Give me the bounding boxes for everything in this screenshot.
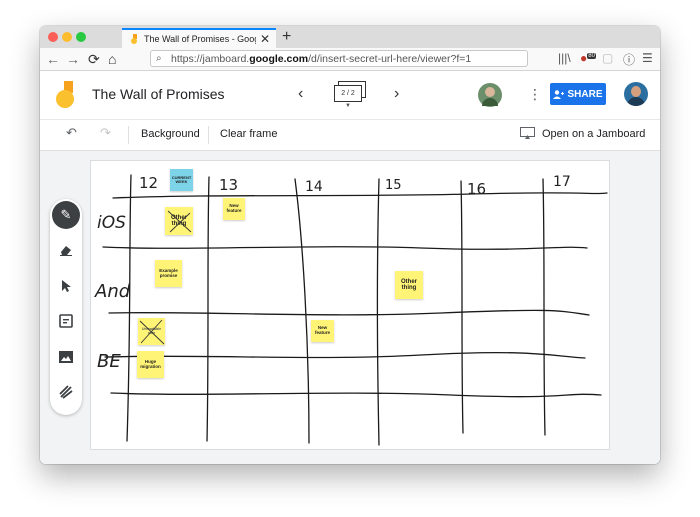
sticky-note[interactable]: New feature bbox=[223, 198, 245, 220]
grid-line-h4 bbox=[104, 351, 586, 359]
jamboard-logo-icon[interactable] bbox=[56, 81, 76, 109]
share-button[interactable]: SHARE bbox=[550, 83, 606, 105]
frame-indicator[interactable]: 2 / 2 bbox=[334, 85, 362, 102]
next-frame-icon[interactable]: › bbox=[394, 85, 399, 103]
back-icon[interactable]: ← bbox=[46, 51, 60, 67]
sticky-note[interactable]: Unreadable note bbox=[138, 318, 165, 345]
navigation-bar: ← → ⟳ ⌂ ⌕ https://jamboard. google.com/d/… bbox=[40, 48, 660, 71]
grid-line-h1 bbox=[112, 192, 608, 199]
previous-frame-icon[interactable]: ‹ bbox=[298, 85, 303, 103]
address-bar[interactable]: ⌕ https://jamboard. google.com/d/insert-s… bbox=[150, 50, 528, 67]
sticky-note-icon bbox=[59, 314, 73, 328]
sticky-note-text: CURRENT WEEK bbox=[171, 174, 192, 184]
jamboard-favicon-icon bbox=[130, 34, 138, 44]
close-tab-icon[interactable]: ✕ bbox=[260, 32, 270, 46]
close-window-button[interactable] bbox=[48, 32, 58, 42]
user-avatar[interactable] bbox=[624, 82, 648, 106]
column-header: 13 bbox=[219, 176, 239, 194]
grid-line-h3 bbox=[108, 309, 590, 316]
pen-tool[interactable]: ✎ bbox=[50, 201, 82, 229]
redo-icon[interactable]: ↷ bbox=[100, 125, 111, 141]
reload-icon[interactable]: ⟳ bbox=[88, 51, 100, 68]
grid-line-h2 bbox=[102, 246, 588, 250]
grid-drawing bbox=[102, 174, 608, 446]
select-tool[interactable] bbox=[50, 273, 82, 299]
share-label: SHARE bbox=[567, 88, 603, 100]
canvas-area: 12 13 14 15 16 17 iOS And BE CURRENT WEE… bbox=[40, 151, 660, 464]
eraser-tool[interactable] bbox=[50, 237, 82, 263]
column-header: 14 bbox=[305, 179, 323, 195]
tab-strip: The Wall of Promises - Google Jamboard ✕… bbox=[40, 26, 660, 48]
strike-through-mark bbox=[167, 210, 192, 233]
search-icon: ⌕ bbox=[156, 53, 162, 64]
sticky-note[interactable]: Huge migration bbox=[137, 351, 164, 378]
toolbar-divider bbox=[208, 126, 209, 144]
laser-pointer-icon bbox=[59, 385, 73, 399]
add-person-icon bbox=[553, 89, 565, 99]
frame-dropdown-icon[interactable]: ▼ bbox=[345, 103, 351, 109]
laser-tool[interactable] bbox=[50, 379, 82, 405]
sticky-note-text: Other thing bbox=[400, 278, 417, 291]
grid-line-v4 bbox=[376, 178, 380, 446]
background-button[interactable]: Background bbox=[141, 128, 200, 140]
column-header: 15 bbox=[385, 178, 402, 193]
cursor-arrow-icon bbox=[62, 280, 71, 292]
url-path: /d/insert-secret-url-here/viewer?f=1 bbox=[308, 52, 472, 65]
column-header: 17 bbox=[553, 174, 571, 190]
board-toolbar: ↶ ↷ Background Clear frame Open on a Jam… bbox=[40, 120, 660, 151]
cast-screen-icon[interactable] bbox=[520, 127, 535, 142]
browser-window: The Wall of Promises - Google Jamboard ✕… bbox=[40, 26, 660, 464]
more-options-icon[interactable]: ⋮ bbox=[528, 86, 542, 103]
sticky-note[interactable]: CURRENT WEEK bbox=[170, 169, 193, 191]
sticky-note[interactable]: Other thing bbox=[395, 271, 423, 299]
toolbar-divider bbox=[128, 126, 129, 144]
image-icon bbox=[59, 351, 73, 363]
grid-line-v3 bbox=[294, 178, 310, 444]
image-tool[interactable] bbox=[50, 344, 82, 370]
pen-icon: ✎ bbox=[60, 207, 72, 222]
jamboard-header: The Wall of Promises ‹ 2 / 2 ▼ › ⋮ SHARE bbox=[40, 71, 660, 120]
grid-line-v1 bbox=[126, 174, 132, 442]
forward-icon[interactable]: → bbox=[66, 51, 80, 67]
library-icon[interactable]: |||\ bbox=[558, 51, 571, 65]
password-manager-icon[interactable]: ⓘ bbox=[623, 51, 635, 68]
eraser-icon bbox=[60, 246, 72, 256]
home-icon[interactable]: ⌂ bbox=[108, 51, 116, 67]
grid-line-v2 bbox=[206, 176, 210, 442]
minimize-window-button[interactable] bbox=[62, 32, 72, 42]
sticky-note-tool[interactable] bbox=[50, 308, 82, 334]
menu-icon[interactable]: ☰ bbox=[642, 51, 653, 65]
maximize-window-button[interactable] bbox=[76, 32, 86, 42]
extension-badge: 80 bbox=[587, 53, 596, 59]
extension-shield-icon[interactable]: ●80 bbox=[580, 51, 596, 65]
grid-line-h5 bbox=[110, 392, 602, 398]
browser-tab[interactable]: The Wall of Promises - Google Jamboard ✕ bbox=[122, 28, 276, 48]
extension-icon[interactable]: ▢ bbox=[602, 51, 613, 65]
sticky-note-text: New feature bbox=[314, 325, 330, 335]
column-header: 12 bbox=[139, 174, 159, 192]
new-tab-icon[interactable]: + bbox=[282, 28, 291, 46]
row-header: BE bbox=[97, 351, 121, 372]
page-title: The Wall of Promises bbox=[92, 86, 225, 102]
sticky-note[interactable]: Other thing bbox=[165, 207, 193, 235]
sticky-note[interactable]: New feature bbox=[311, 320, 334, 342]
sticky-note[interactable]: Example promise bbox=[155, 260, 182, 287]
open-on-jamboard-button[interactable]: Open on a Jamboard bbox=[542, 128, 645, 140]
sticky-note-text: Example promise bbox=[159, 267, 178, 278]
column-header: 16 bbox=[467, 180, 487, 198]
sticky-note-text: Huge migration bbox=[140, 358, 161, 369]
row-header: iOS bbox=[97, 213, 126, 233]
sticky-note-text: New feature bbox=[226, 203, 242, 213]
strike-through-mark bbox=[139, 319, 165, 345]
drawing-tools-panel: ✎ bbox=[50, 199, 82, 415]
tab-title: The Wall of Promises - Google Jamboard bbox=[144, 34, 256, 44]
url-host: google.com bbox=[249, 52, 309, 65]
url-prefix: https://jamboard. bbox=[171, 52, 250, 65]
clear-frame-button[interactable]: Clear frame bbox=[220, 128, 277, 140]
undo-icon[interactable]: ↶ bbox=[66, 125, 77, 141]
jamboard-frame[interactable]: 12 13 14 15 16 17 iOS And BE CURRENT WEE… bbox=[90, 160, 610, 450]
row-header: And bbox=[95, 281, 131, 302]
viewer-avatar[interactable] bbox=[478, 83, 502, 107]
